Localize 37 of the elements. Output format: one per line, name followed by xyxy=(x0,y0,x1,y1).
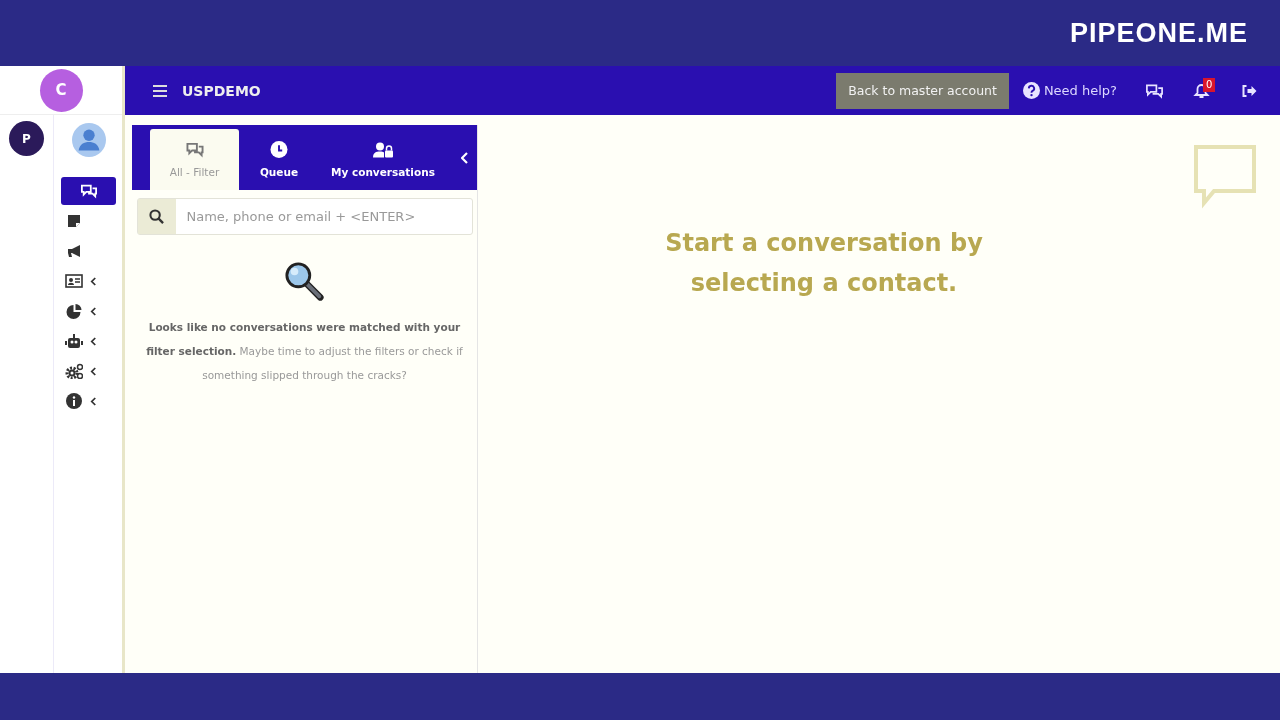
gears-icon xyxy=(64,363,83,379)
workspace-avatar[interactable]: C xyxy=(39,68,83,112)
search-icon xyxy=(149,209,164,224)
tab[interactable]: My conversations xyxy=(319,129,447,190)
tab[interactable]: Queue xyxy=(239,129,319,190)
robot-icon xyxy=(64,333,83,349)
empty-state-message: Looks like no conversations were matched with your filter selection. Maybe time to adjust the filters or check if something slipped through the cracks? xyxy=(145,320,464,383)
collapse-caret-icon[interactable] xyxy=(460,152,469,164)
back-to-master-button[interactable]: Back to master account xyxy=(836,72,1009,109)
account-avatar[interactable]: P xyxy=(9,121,44,156)
caret-icon[interactable] xyxy=(90,395,97,407)
search-bar[interactable]: Name, phone or email + <ENTER> xyxy=(136,198,473,235)
help-icon xyxy=(1022,82,1040,99)
help-link[interactable]: Need help? xyxy=(1022,82,1117,99)
clock-icon xyxy=(269,141,289,158)
caret-icon[interactable] xyxy=(90,305,97,317)
search-field[interactable]: Name, phone or email + <ENTER> xyxy=(175,199,472,234)
menu-icon[interactable] xyxy=(153,84,167,97)
user-lock-icon xyxy=(372,141,393,158)
account-title: USPDEMO xyxy=(182,82,261,99)
contact-card-icon xyxy=(64,273,83,289)
caret-icon[interactable] xyxy=(90,365,97,377)
user-avatar-icon[interactable] xyxy=(72,123,106,157)
start-conversation-prompt: Start a conversation by selecting a contact. xyxy=(664,228,984,299)
chat-icon xyxy=(184,141,205,158)
caret-icon[interactable] xyxy=(90,275,97,287)
chat-icon xyxy=(79,183,98,199)
chat-bubble-icon xyxy=(1192,143,1258,209)
nav-item[interactable] xyxy=(61,177,116,205)
bell-icon[interactable] xyxy=(1192,82,1211,99)
caret-icon[interactable] xyxy=(90,335,97,347)
pie-chart-icon xyxy=(64,303,83,319)
brand-logo-text: PIPEONE.ME xyxy=(1069,17,1248,49)
magnifier-icon xyxy=(283,261,326,303)
notification-badge: 0 xyxy=(1203,77,1216,92)
chat-icon[interactable] xyxy=(1145,82,1164,99)
info-icon xyxy=(64,393,83,409)
